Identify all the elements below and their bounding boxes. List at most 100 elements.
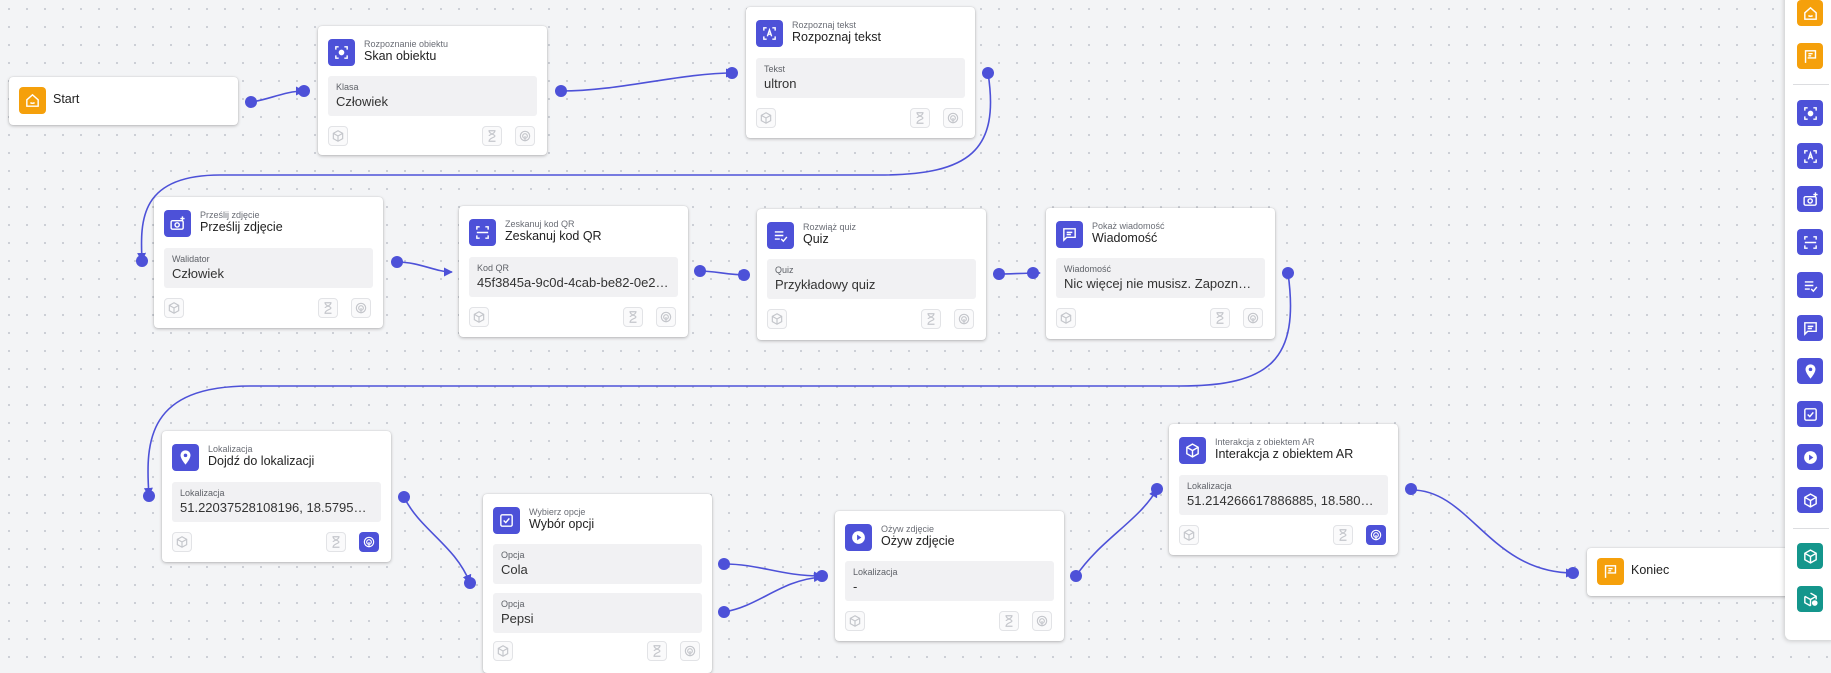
radar-icon[interactable] [943, 108, 963, 128]
animate-photo-output-port[interactable] [1070, 570, 1082, 582]
validator-field[interactable]: Walidator Człowiek [164, 248, 373, 288]
location-icon[interactable] [1797, 358, 1823, 384]
end-node[interactable]: Koniec [1587, 548, 1807, 596]
hourglass-icon[interactable] [326, 532, 346, 552]
recognize-text-node[interactable]: Rozpoznaj tekst Rozpoznaj tekst Tekst ul… [746, 7, 975, 138]
radar-icon[interactable] [351, 298, 371, 318]
ar-cube-teal-icon[interactable] [1797, 543, 1823, 569]
home-icon[interactable] [1797, 0, 1823, 26]
ar-interaction-output-port[interactable] [1405, 483, 1417, 495]
message-output-port[interactable] [1282, 267, 1294, 279]
option-field-pepsi[interactable]: Opcja Pepsi [493, 593, 702, 633]
hourglass-icon[interactable] [318, 298, 338, 318]
add-photo-icon [164, 210, 191, 237]
send-photo-input-port[interactable] [136, 255, 148, 267]
cube-icon[interactable] [1179, 525, 1199, 545]
scan-qr-node[interactable]: Zeskanuj kod QR Zeskanuj kod QR Kod QR 4… [459, 206, 688, 337]
edge-location-choice [403, 496, 472, 584]
field-value: 45f3845a-9c0d-4cab-be82-0e2b6... [477, 275, 670, 290]
quiz-output-port[interactable] [993, 268, 1005, 280]
radar-icon[interactable] [1366, 525, 1386, 545]
ar-interaction-input-port[interactable] [1151, 483, 1163, 495]
option-cola-output-port[interactable] [718, 558, 730, 570]
choice-node[interactable]: Wybierz opcje Wybór opcji Opcja Cola Opc… [483, 494, 712, 673]
radar-icon[interactable] [515, 126, 535, 146]
cube-icon[interactable] [845, 611, 865, 631]
text-recognition-icon[interactable] [1797, 143, 1823, 169]
text-recognition-icon [756, 20, 783, 47]
quiz-field[interactable]: Quiz Przykładowy quiz [767, 259, 976, 299]
cube-icon[interactable] [493, 641, 513, 661]
field-value: Człowiek [336, 94, 389, 109]
animate-photo-input-port[interactable] [816, 570, 828, 582]
class-field[interactable]: Klasa Człowiek [328, 76, 537, 116]
scan-object-node[interactable]: Rozpoznanie obiektu Skan obiektu Klasa C… [318, 26, 547, 155]
ar-interaction-node[interactable]: Interakcja z obiektem AR Interakcja z ob… [1169, 424, 1398, 555]
cube-icon[interactable] [328, 126, 348, 146]
location-field[interactable]: Lokalizacja - [845, 561, 1054, 601]
location-field[interactable]: Lokalizacja 51.22037528108196, 18.579576… [172, 482, 381, 522]
send-photo-output-port[interactable] [391, 256, 403, 268]
hourglass-icon[interactable] [623, 307, 643, 327]
location-field[interactable]: Lokalizacja 51.214266617886885, 18.58000… [1179, 475, 1388, 515]
cube-icon[interactable] [767, 309, 787, 329]
cube-icon[interactable] [469, 307, 489, 327]
node-title: Wiadomość [1092, 231, 1158, 245]
qr-code-field[interactable]: Kod QR 45f3845a-9c0d-4cab-be82-0e2b6... [469, 257, 678, 297]
quiz-node[interactable]: Rozwiąż quiz Quiz Quiz Przykładowy quiz [757, 209, 986, 340]
recognize-text-output-port[interactable] [982, 67, 994, 79]
quiz-input-port[interactable] [738, 269, 750, 281]
radar-icon[interactable] [1243, 308, 1263, 328]
message-icon[interactable] [1797, 315, 1823, 341]
play-icon[interactable] [1797, 444, 1823, 470]
hourglass-icon[interactable] [482, 126, 502, 146]
start-node[interactable]: Start [9, 77, 238, 125]
radar-icon[interactable] [656, 307, 676, 327]
cube-icon[interactable] [1056, 308, 1076, 328]
quiz-icon[interactable] [1797, 272, 1823, 298]
hourglass-icon[interactable] [921, 309, 941, 329]
node-subtitle: Wybierz opcje [529, 507, 586, 517]
ar-cube-settings-icon[interactable] [1797, 586, 1823, 612]
hourglass-icon[interactable] [1210, 308, 1230, 328]
radar-icon[interactable] [680, 641, 700, 661]
hourglass-icon[interactable] [910, 108, 930, 128]
send-photo-node[interactable]: Prześlij zdjęcie Prześlij zdjęcie Walida… [154, 197, 383, 328]
end-label: Koniec [1631, 563, 1670, 577]
scan-object-icon [328, 39, 355, 66]
scan-object-icon[interactable] [1797, 100, 1823, 126]
qr-scan-icon[interactable] [1797, 229, 1823, 255]
start-output-port[interactable] [245, 96, 257, 108]
location-output-port[interactable] [398, 491, 410, 503]
cube-icon[interactable] [164, 298, 184, 318]
message-field[interactable]: Wiadomość Nic więcej nie musisz. Zapozna… [1056, 258, 1265, 298]
end-input-port[interactable] [1567, 567, 1579, 579]
text-field[interactable]: Tekst ultron [756, 58, 965, 98]
scan-object-input-port[interactable] [298, 85, 310, 97]
radar-icon[interactable] [954, 309, 974, 329]
ar-cube-icon[interactable] [1797, 487, 1823, 513]
scan-object-output-port[interactable] [555, 85, 567, 97]
cube-icon[interactable] [756, 108, 776, 128]
flag-icon[interactable] [1797, 43, 1823, 69]
location-input-port[interactable] [143, 490, 155, 502]
hourglass-icon[interactable] [1333, 525, 1353, 545]
option-field-cola[interactable]: Opcja Cola [493, 544, 702, 584]
quiz-icon [767, 222, 794, 249]
cube-icon[interactable] [172, 532, 192, 552]
checkbox-icon[interactable] [1797, 401, 1823, 427]
choice-input-port[interactable] [464, 577, 476, 589]
recognize-text-input-port[interactable] [726, 67, 738, 79]
message-input-port[interactable] [1027, 267, 1039, 279]
animate-photo-node[interactable]: Ożyw zdjęcie Ożyw zdjęcie Lokalizacja - [835, 511, 1064, 641]
hourglass-icon[interactable] [647, 641, 667, 661]
radar-icon[interactable] [1032, 611, 1052, 631]
message-node[interactable]: Pokaż wiadomość Wiadomość Wiadomość Nic … [1046, 208, 1275, 339]
scan-qr-output-port[interactable] [694, 265, 706, 277]
radar-icon[interactable] [359, 532, 379, 552]
option-pepsi-output-port[interactable] [718, 606, 730, 618]
location-node[interactable]: Lokalizacja Dojdź do lokalizacji Lokaliz… [162, 431, 391, 562]
add-photo-icon[interactable] [1797, 186, 1823, 212]
hourglass-icon[interactable] [999, 611, 1019, 631]
field-label: Quiz [775, 265, 794, 275]
